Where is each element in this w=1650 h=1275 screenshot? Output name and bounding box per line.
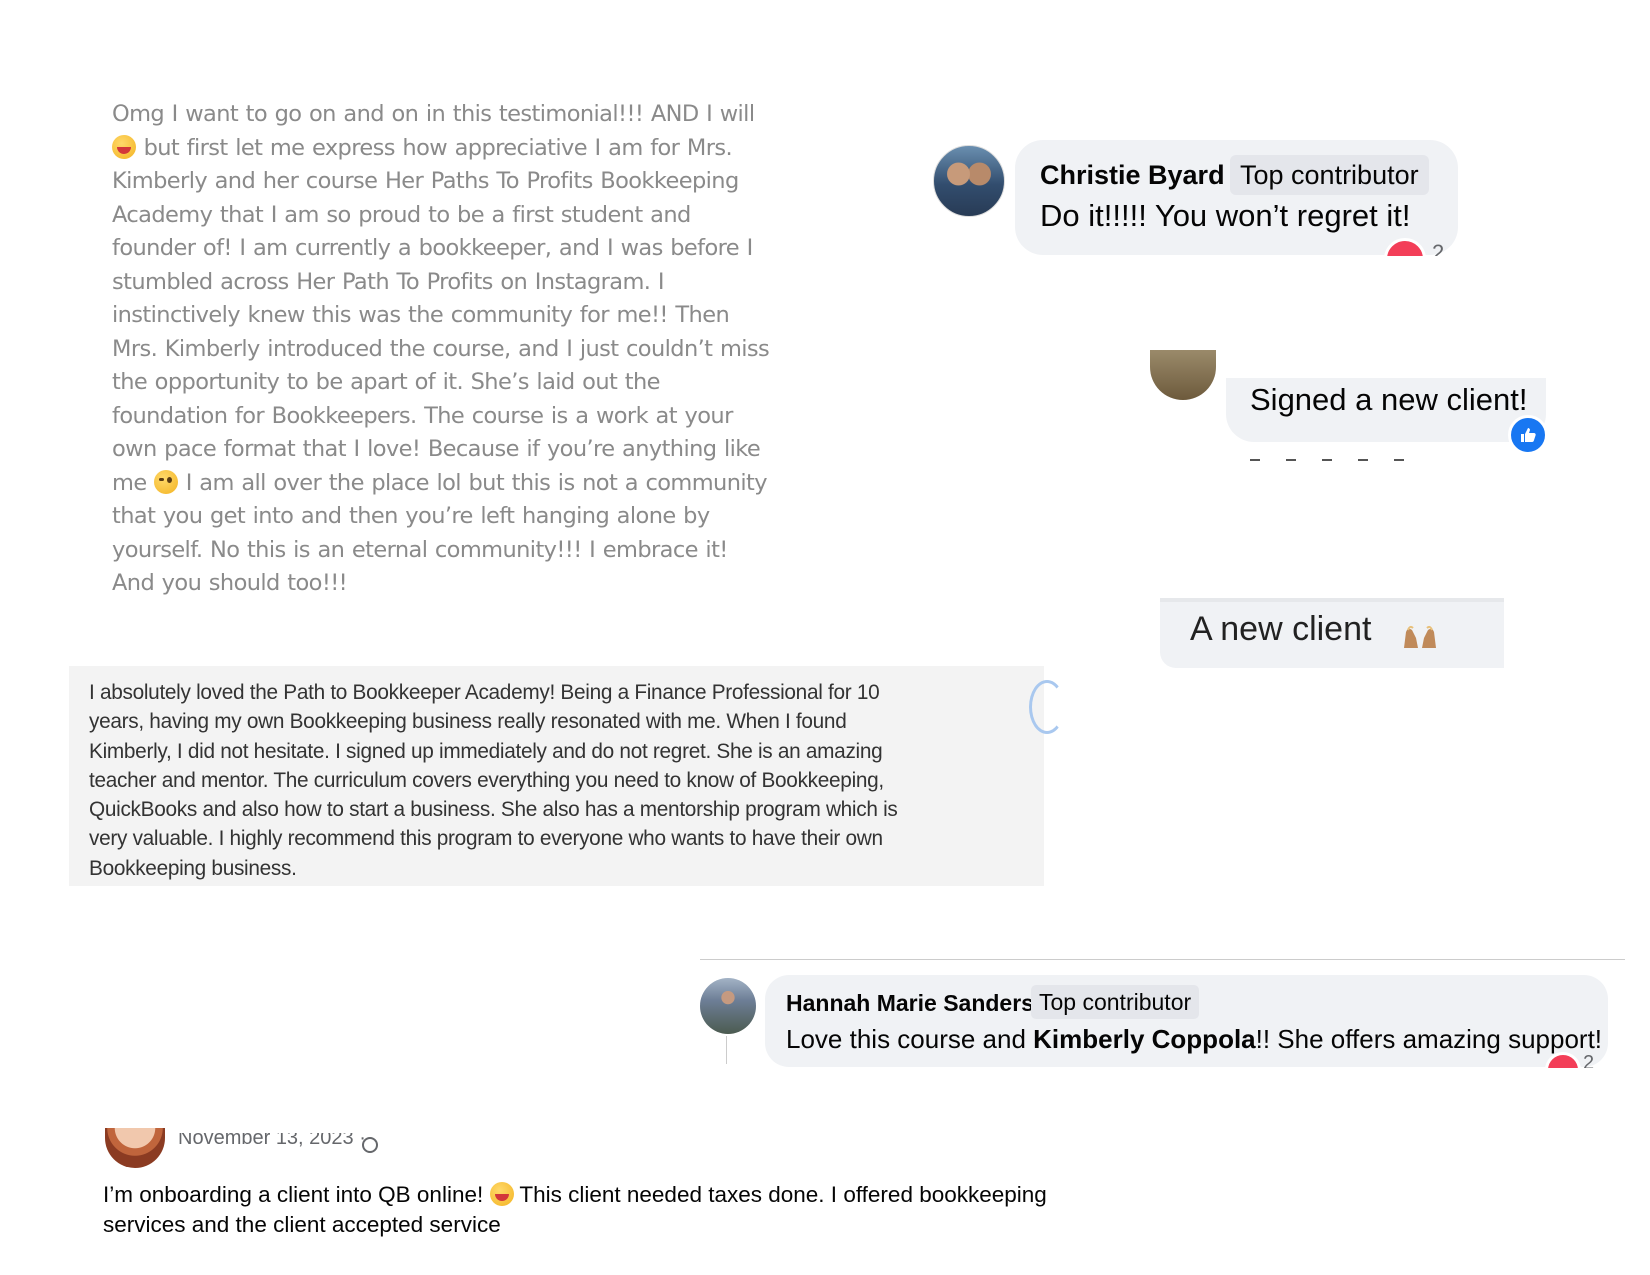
crop-mask bbox=[750, 1068, 1630, 1098]
mention-link[interactable]: Kimberly Coppola bbox=[1033, 1024, 1255, 1054]
clipped-action-row bbox=[1250, 448, 1450, 461]
commenter-name[interactable]: Christie Byard bbox=[1040, 160, 1225, 191]
globe-icon bbox=[362, 1137, 378, 1153]
post-text-before: I’m onboarding a client into QB online! bbox=[103, 1182, 484, 1207]
top-contributor-badge: Top contributor bbox=[1230, 155, 1429, 195]
avatar[interactable] bbox=[105, 1128, 165, 1168]
top-contributor-badge: Top contributor bbox=[1031, 985, 1200, 1019]
testimonial-1-part-2: but first let me express how appreciativ… bbox=[112, 134, 770, 496]
grinning-emoji-icon bbox=[489, 1182, 514, 1206]
comment-text-before: Love this course and bbox=[786, 1024, 1034, 1054]
avatar[interactable] bbox=[1150, 350, 1216, 400]
comment-text: Love this course and Kimberly Coppola!! … bbox=[786, 1024, 1602, 1055]
testimonial-1: Omg I want to go on and on in this testi… bbox=[112, 98, 772, 601]
commenter-name[interactable]: Hannah Marie Sanders bbox=[786, 990, 1034, 1017]
comment-text: Do it!!!!! You won’t regret it! bbox=[1040, 198, 1411, 233]
thumbs-up-icon bbox=[1521, 428, 1536, 442]
comment-text: A new client bbox=[1190, 610, 1372, 648]
comment-text: Signed a new client! bbox=[1250, 382, 1528, 417]
clipped-circle-icon bbox=[1029, 680, 1065, 734]
testimonial-1-part-1: Omg I want to go on and on in this testi… bbox=[112, 101, 755, 127]
thread-line bbox=[726, 1036, 727, 1064]
post-text: I’m onboarding a client into QB online! … bbox=[103, 1180, 1103, 1240]
post-date[interactable]: November 13, 2023 · bbox=[178, 1133, 366, 1151]
avatar-hannah-marie-sanders[interactable] bbox=[700, 978, 756, 1034]
winking-emoji-icon bbox=[154, 469, 179, 494]
testimonial-2-text: I absolutely loved the Path to Bookkeepe… bbox=[89, 681, 898, 880]
grinning-emoji-icon bbox=[112, 134, 136, 159]
raised-hands-icon bbox=[1404, 625, 1436, 648]
crop-mask bbox=[1000, 256, 1480, 286]
divider bbox=[700, 959, 1625, 960]
comment-text-after: !! She offers amazing support! bbox=[1255, 1024, 1603, 1054]
like-reaction-icon[interactable] bbox=[1508, 415, 1548, 455]
testimonial-1-part-3: I am all over the place lol but this is … bbox=[112, 469, 768, 597]
avatar-christie-byard[interactable] bbox=[933, 145, 1005, 217]
post-date-text[interactable]: November 13, 2023 · bbox=[178, 1133, 366, 1148]
